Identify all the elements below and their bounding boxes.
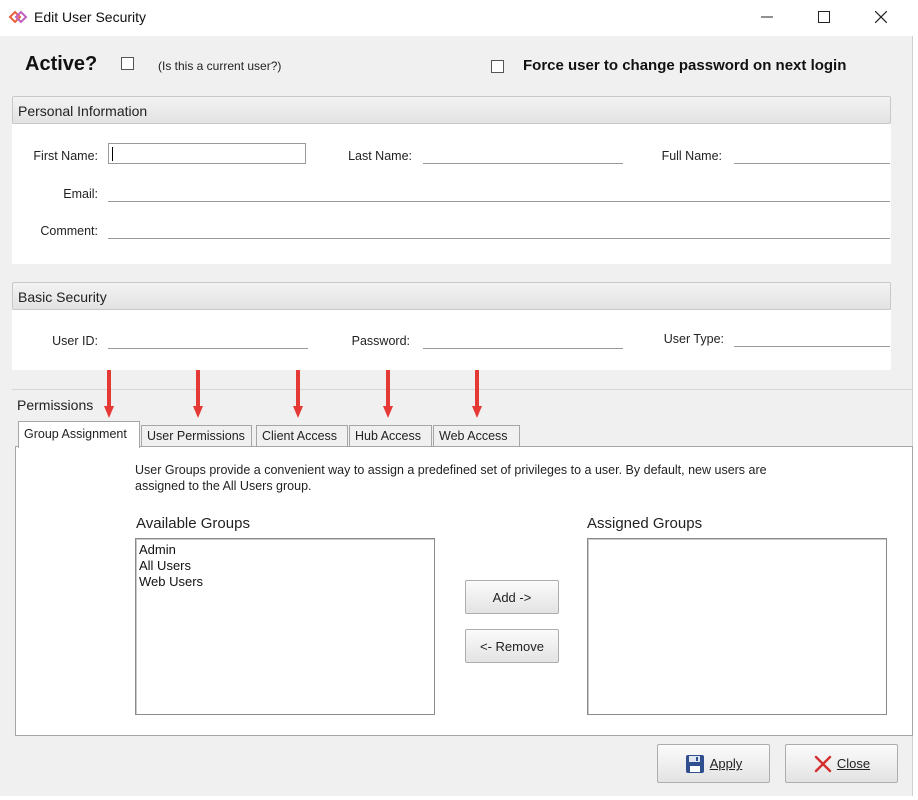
force-password-checkbox[interactable] <box>491 60 504 73</box>
annotation-arrow <box>383 370 393 418</box>
active-label: Active? <box>25 53 98 75</box>
maximize-button[interactable] <box>801 0 847 34</box>
annotation-arrow <box>104 370 114 418</box>
floppy-disk-icon <box>685 754 704 773</box>
close-icon <box>875 11 887 23</box>
annotation-arrow <box>472 370 482 418</box>
title-bar[interactable]: Edit User Security <box>0 0 918 36</box>
first-name-label: First Name: <box>33 149 98 163</box>
active-checkbox[interactable] <box>121 57 134 70</box>
first-name-field[interactable] <box>108 143 306 164</box>
current-user-hint: (Is this a current user?) <box>158 59 282 73</box>
password-field[interactable] <box>423 348 623 349</box>
tab-client-access[interactable]: Client Access <box>256 425 348 447</box>
list-item[interactable]: Admin <box>136 542 434 558</box>
available-groups-list[interactable]: Admin All Users Web Users <box>135 538 435 715</box>
close-label: Close <box>836 756 871 771</box>
permissions-divider <box>12 389 913 390</box>
tab-user-permissions[interactable]: User Permissions <box>141 425 252 447</box>
comment-field[interactable] <box>108 238 890 239</box>
list-item[interactable]: Web Users <box>136 574 434 590</box>
basic-security-header: Basic Security <box>12 282 891 310</box>
user-type-label: User Type: <box>663 332 724 346</box>
close-window-button[interactable] <box>858 0 904 34</box>
app-logo-icon <box>8 10 28 24</box>
assigned-groups-list[interactable] <box>587 538 887 715</box>
assigned-groups-title: Assigned Groups <box>587 515 703 532</box>
red-x-icon <box>814 755 832 772</box>
group-help-text: User Groups provide a convenient way to … <box>135 463 767 493</box>
personal-information-header: Personal Information <box>12 96 891 124</box>
user-type-field[interactable] <box>734 346 890 347</box>
last-name-label: Last Name: <box>348 149 412 163</box>
permissions-header: Permissions <box>17 397 94 413</box>
apply-label: Apply <box>709 756 743 771</box>
force-password-label: Force user to change password on next lo… <box>523 57 847 74</box>
basic-security-panel <box>12 310 891 370</box>
password-label: Password: <box>351 334 410 348</box>
full-name-field[interactable] <box>734 163 890 164</box>
annotation-arrow <box>293 370 303 418</box>
user-id-label: User ID: <box>52 334 98 348</box>
annotation-arrow <box>193 370 203 418</box>
apply-button[interactable]: Apply <box>657 744 770 783</box>
tab-hub-access[interactable]: Hub Access <box>349 425 432 447</box>
list-item[interactable]: All Users <box>136 558 434 574</box>
window-title: Edit User Security <box>34 9 147 25</box>
minimize-icon <box>761 16 773 18</box>
close-button[interactable]: Close <box>785 744 898 783</box>
email-field[interactable] <box>108 201 890 202</box>
tab-group-assignment[interactable]: Group Assignment <box>18 421 140 448</box>
add-group-button[interactable]: Add -> <box>465 580 559 614</box>
available-groups-title: Available Groups <box>136 515 250 532</box>
comment-label: Comment: <box>40 224 98 238</box>
last-name-field[interactable] <box>423 163 623 164</box>
maximize-icon <box>818 11 830 23</box>
email-label: Email: <box>63 187 98 201</box>
user-id-field[interactable] <box>108 348 308 349</box>
tab-web-access[interactable]: Web Access <box>433 425 520 447</box>
minimize-button[interactable] <box>744 0 790 34</box>
remove-group-button[interactable]: <- Remove <box>465 629 559 663</box>
full-name-label: Full Name: <box>661 149 722 163</box>
text-cursor <box>112 147 113 161</box>
